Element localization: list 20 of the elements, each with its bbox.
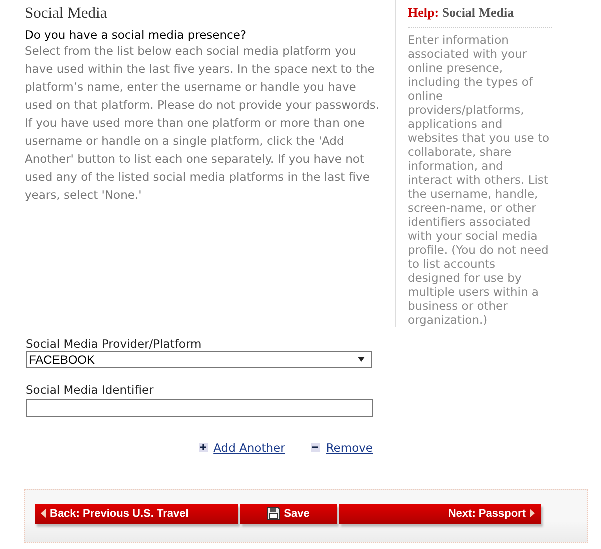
identifier-field[interactable] [26, 398, 373, 416]
question-text: Do you have a social media presence? [25, 28, 248, 42]
back-button[interactable]: Back: Previous U.S. Travel [35, 504, 238, 524]
next-button[interactable]: Next: Passport [339, 504, 541, 524]
field-label: Social Media Provider/Platform [26, 337, 203, 351]
save-button[interactable]: Save [240, 504, 337, 524]
add-link[interactable]: Add Another [198, 440, 286, 454]
plus-icon [198, 443, 208, 452]
field-label: Social Media Identifier [26, 383, 155, 397]
remove-link[interactable]: Remove [311, 440, 373, 454]
instructions-text: Select from the list below each social media platform you have used within the last five years. In the space next to the platform’s name, enter the username or handle you have used on that platform. Please do not provide your passwords. If you have used more than one platform or more than one username or handle on a single platform, click the 'Add Another' button to list each one separately. If you have not used any of the listed social media platforms in the last five years, select 'None.' [25, 43, 381, 204]
help-text: Enter information associated with your online presence, including the types of online providers/platforms, applications and websites that you use to collaborate, share information, and interact with others. List the username, handle, screen-name, or other identifiers associated with your social media profile. (You do not need to list accounts designed for use by multiple users within a business or other organization.) [408, 33, 550, 327]
help-title: Social Media [442, 5, 514, 20]
minus-icon [311, 443, 320, 452]
platform-dropdown[interactable]: FACEBOOK [26, 351, 372, 368]
left-arrow-icon [41, 509, 46, 518]
right-arrow-icon [530, 509, 535, 518]
help-label: Help: [408, 5, 440, 20]
dropdown-arrow-icon [358, 357, 365, 362]
section-title: Social Media [25, 5, 108, 23]
